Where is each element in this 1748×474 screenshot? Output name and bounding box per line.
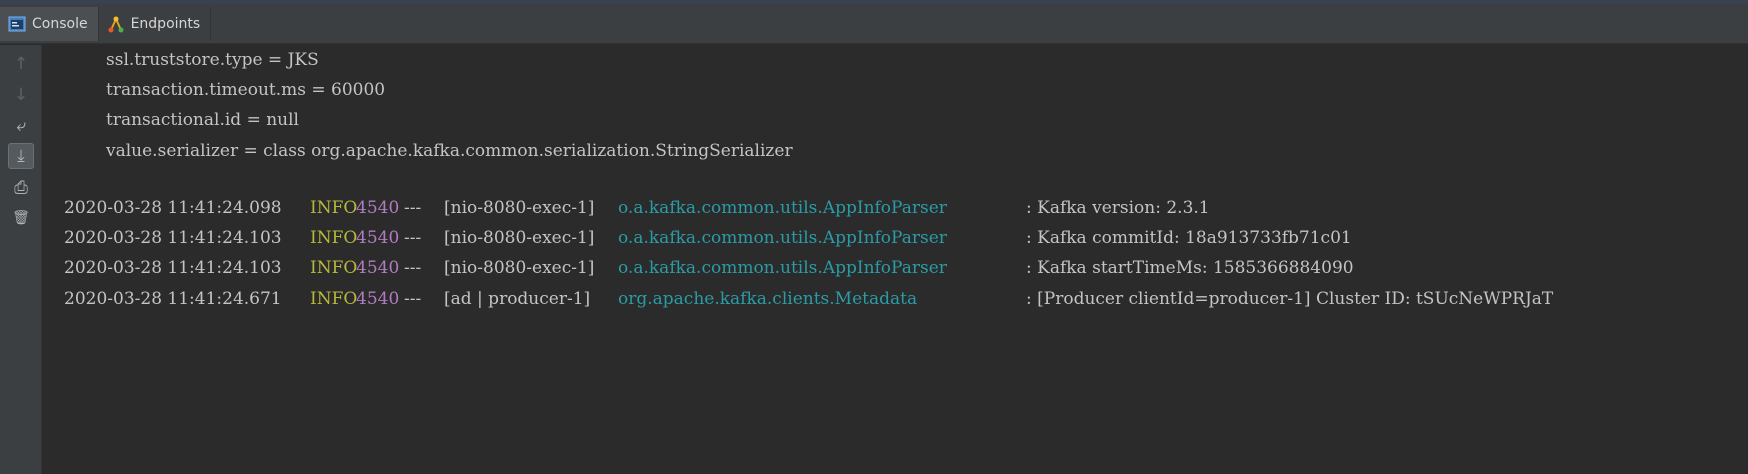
config-line: transactional.id = null [106, 110, 299, 130]
console-icon [8, 15, 26, 33]
log-timestamp: 2020-03-28 11:41:24.103 [64, 258, 282, 278]
log-logger: o.a.kafka.common.utils.AppInfoParser [618, 198, 947, 218]
config-line: ssl.truststore.type = JKS [106, 50, 319, 70]
tab-console[interactable]: Console [0, 6, 99, 41]
log-line: 2020-03-28 11:41:24.671 INFO 4540 --- [a… [64, 284, 1748, 314]
log-pid: 4540 [356, 258, 400, 278]
tab-console-label: Console [32, 15, 88, 32]
endpoints-icon [107, 15, 125, 33]
log-timestamp: 2020-03-28 11:41:24.671 [64, 289, 282, 309]
log-level: INFO [310, 258, 358, 278]
log-timestamp: 2020-03-28 11:41:24.098 [64, 198, 282, 218]
tab-endpoints-label: Endpoints [130, 15, 201, 32]
console-output[interactable]: ssl.truststore.type = JKS transaction.ti… [42, 45, 1748, 474]
log-level: INFO [310, 198, 358, 218]
arrow-down-icon[interactable]: ↓ [8, 82, 34, 108]
log-message: : Kafka version: 2.3.1 [1026, 198, 1210, 218]
log-timestamp: 2020-03-28 11:41:24.103 [64, 228, 282, 248]
log-separator: --- [404, 258, 422, 278]
log-thread: [ad | producer-1] [444, 289, 591, 309]
log-separator: --- [404, 198, 422, 218]
log-pid: 4540 [356, 228, 400, 248]
log-thread: [nio-8080-exec-1] [444, 228, 595, 248]
log-thread: [nio-8080-exec-1] [444, 198, 595, 218]
log-pid: 4540 [356, 289, 400, 309]
log-level: INFO [310, 289, 358, 309]
log-message: : Kafka commitId: 18a913733fb71c01 [1026, 228, 1352, 248]
log-pid: 4540 [356, 198, 400, 218]
log-line: 2020-03-28 11:41:24.103 INFO 4540 --- [n… [64, 253, 1748, 283]
trash-icon[interactable]: 🗑 [8, 205, 34, 231]
log-logger: org.apache.kafka.clients.Metadata [618, 289, 918, 309]
log-level: INFO [310, 228, 358, 248]
log-message: : [Producer clientId=producer-1] Cluster… [1026, 289, 1554, 309]
soft-wrap-icon[interactable]: ⤶ [8, 113, 34, 139]
tool-window-tabbar: Console Endpoints [0, 4, 1748, 44]
log-message: : Kafka startTimeMs: 1585366884090 [1026, 258, 1354, 278]
scroll-to-end-icon[interactable]: ⤓ [8, 143, 34, 169]
log-line: 2020-03-28 11:41:24.103 INFO 4540 --- [n… [64, 223, 1748, 253]
config-line: value.serializer = class org.apache.kafk… [106, 141, 793, 161]
print-icon[interactable]: ⎙ [8, 175, 34, 201]
log-separator: --- [404, 289, 422, 309]
log-separator: --- [404, 228, 422, 248]
log-line: 2020-03-28 11:41:24.098 INFO 4540 --- [n… [64, 193, 1748, 223]
log-logger: o.a.kafka.common.utils.AppInfoParser [618, 258, 947, 278]
log-thread: [nio-8080-exec-1] [444, 258, 595, 278]
config-line: transaction.timeout.ms = 60000 [106, 80, 386, 100]
log-logger: o.a.kafka.common.utils.AppInfoParser [618, 228, 947, 248]
tab-endpoints[interactable]: Endpoints [99, 6, 212, 41]
arrow-up-icon[interactable]: ↑ [8, 51, 34, 77]
console-toolbar: ↑ ↓ ⤶ ⤓ ⎙ 🗑 [0, 45, 42, 474]
